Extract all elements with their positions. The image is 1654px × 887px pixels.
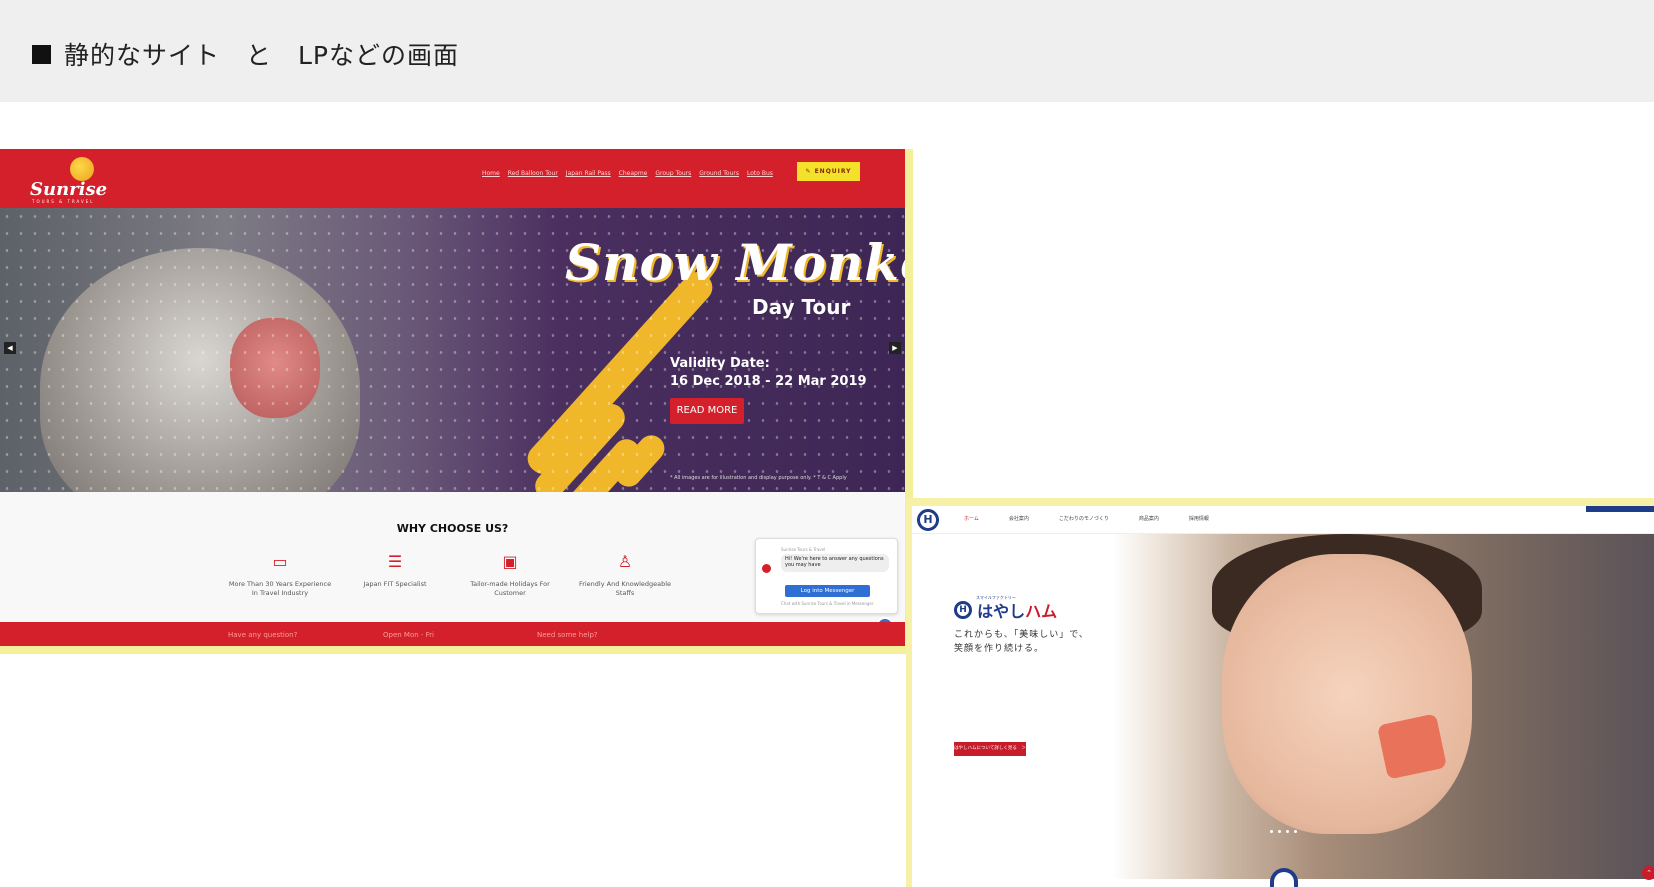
nav-item-company[interactable]: 会社案内 bbox=[1009, 515, 1029, 522]
menu-item-home[interactable]: Home bbox=[482, 170, 500, 177]
menu-item-cheapme[interactable]: Cheapme bbox=[619, 170, 648, 177]
hayashi-ham-screenshot: H ホーム 会社案内 こだわりのモノづくり 商品案内 採用情報 H スマイルファ… bbox=[906, 498, 1654, 887]
feature-label: Friendly And Knowledgeable Staffs bbox=[578, 580, 672, 597]
certificate-icon: ▭ bbox=[272, 552, 288, 571]
feature-item: ▭ More Than 30 Years Experience In Trave… bbox=[225, 552, 335, 598]
hayashi-menu: ホーム 会社案内 こだわりのモノづくり 商品案内 採用情報 bbox=[964, 515, 1209, 522]
sunrise-site: Sunrise TOURS & TRAVEL Home Red Balloon … bbox=[0, 149, 905, 646]
brand-name: はやしハム bbox=[977, 602, 1057, 621]
feature-item: ▣ Tailor-made Holidays For Customer bbox=[455, 552, 565, 598]
nav-item-recruit[interactable]: 採用情報 bbox=[1189, 515, 1209, 522]
slider-dots bbox=[1270, 830, 1297, 833]
slider-dot[interactable] bbox=[1294, 830, 1297, 833]
slider-dot[interactable] bbox=[1286, 830, 1289, 833]
copy-line: これからも、「美味しい」で、 bbox=[954, 630, 1089, 640]
page-title: 静的なサイト と LPなどの画面 bbox=[64, 41, 460, 70]
hayashi-site: H ホーム 会社案内 こだわりのモノづくり 商品案内 採用情報 H スマイルファ… bbox=[912, 506, 1654, 887]
enquiry-button[interactable]: ✎ ENQUIRY bbox=[797, 162, 860, 181]
menu-item-ground-tours[interactable]: Ground Tours bbox=[699, 170, 739, 177]
child-face bbox=[1222, 554, 1472, 834]
copy-line: 笑顔を作り続ける。 bbox=[954, 644, 1045, 654]
why-title: WHY CHOOSE US? bbox=[396, 522, 509, 535]
hayashi-navbar: H ホーム 会社案内 こだわりのモノづくり 商品案内 採用情報 bbox=[912, 506, 1654, 534]
hero-copy: これからも、「美味しい」で、 笑顔を作り続ける。 bbox=[954, 628, 1089, 656]
document-icon: ☰ bbox=[387, 552, 403, 571]
sunrise-menu: Home Red Balloon Tour Japan Rail Pass Ch… bbox=[482, 170, 773, 177]
hero-validity: Validity Date: 16 Dec 2018 - 22 Mar 2019 bbox=[670, 355, 867, 391]
feature-item: ☰ Japan FIT Specialist bbox=[340, 552, 450, 589]
contact-question[interactable]: Have any question? bbox=[228, 631, 297, 639]
feature-label: Japan FIT Specialist bbox=[363, 580, 427, 588]
feature-label: More Than 30 Years Experience In Travel … bbox=[228, 580, 332, 597]
hero-subtitle: Day Tour bbox=[752, 295, 851, 319]
menu-item-group-tours[interactable]: Group Tours bbox=[655, 170, 691, 177]
read-more-button[interactable]: READ MORE bbox=[670, 398, 744, 424]
messenger-chat-widget: Sunrise Tours & Travel Hi! We're here to… bbox=[755, 538, 898, 614]
page-header: 静的なサイト と LPなどの画面 bbox=[0, 0, 1654, 102]
validity-range: 16 Dec 2018 - 22 Mar 2019 bbox=[670, 374, 867, 389]
contact-hours: Open Mon - Fri bbox=[383, 631, 434, 639]
hero-photo bbox=[1112, 534, 1654, 879]
brand-name-accent: ハム bbox=[1025, 602, 1058, 621]
brand-mark-icon: H bbox=[954, 601, 972, 619]
person-icon: ♙ bbox=[617, 552, 633, 571]
contact-bar: Have any question? Open Mon - Fri Need s… bbox=[0, 622, 905, 646]
feature-item: ♙ Friendly And Knowledgeable Staffs bbox=[570, 552, 680, 598]
hayashi-brand: H スマイルファクトリー はやしハム bbox=[954, 595, 1057, 622]
chat-avatar-icon bbox=[762, 564, 771, 573]
menu-item-loto-bus[interactable]: Loto Bus bbox=[747, 170, 773, 177]
brand-tagline: スマイルファクトリー bbox=[976, 595, 1016, 600]
chat-footer: Chat with Sunrise Tours & Travel in Mess… bbox=[781, 601, 874, 606]
scroll-top-icon[interactable]: ⌃ bbox=[1642, 866, 1654, 880]
brand-name-main: はやし bbox=[977, 602, 1026, 621]
square-bullet-icon bbox=[32, 45, 51, 64]
chat-message: Hi! We're here to answer any questions y… bbox=[781, 554, 889, 572]
feature-label: Tailor-made Holidays For Customer bbox=[470, 580, 550, 597]
sunrise-logo[interactable]: Sunrise TOURS & TRAVEL bbox=[30, 157, 110, 204]
logo-wordmark: Sunrise bbox=[30, 179, 108, 200]
sunrise-screenshot: Sunrise TOURS & TRAVEL Home Red Balloon … bbox=[0, 149, 913, 654]
menu-item-rail-pass[interactable]: Japan Rail Pass bbox=[566, 170, 611, 177]
sunrise-navbar: Sunrise TOURS & TRAVEL Home Red Balloon … bbox=[0, 149, 905, 208]
slider-dot[interactable] bbox=[1278, 830, 1281, 833]
validity-label: Validity Date: bbox=[670, 356, 770, 371]
carousel-prev-icon[interactable]: ◀ bbox=[4, 342, 16, 354]
menu-item-red-balloon[interactable]: Red Balloon Tour bbox=[508, 170, 558, 177]
contact-help[interactable]: Need some help? bbox=[537, 631, 598, 639]
carousel-next-icon[interactable]: ▶ bbox=[889, 342, 901, 354]
hayashi-logo-icon[interactable]: H bbox=[917, 509, 939, 531]
briefcase-icon: ▣ bbox=[502, 552, 518, 571]
chat-header: Sunrise Tours & Travel bbox=[781, 547, 826, 552]
logo-subtitle: TOURS & TRAVEL bbox=[32, 199, 95, 204]
nav-item-craft[interactable]: こだわりのモノづくり bbox=[1059, 515, 1109, 522]
about-cta-button[interactable]: はやしハムについて詳しく見る ＞ bbox=[954, 742, 1026, 756]
nav-item-products[interactable]: 商品案内 bbox=[1139, 515, 1159, 522]
nav-item-home[interactable]: ホーム bbox=[964, 515, 979, 522]
hero-banner: Snow Monkey Day Tour Validity Date: 16 D… bbox=[0, 208, 905, 492]
hero-title: Snow Monkey bbox=[565, 233, 905, 292]
top-right-button[interactable] bbox=[1586, 506, 1654, 512]
hero-disclaimer: * All images are for illustration and di… bbox=[670, 475, 847, 481]
sun-ball-icon bbox=[70, 157, 94, 181]
messenger-login-button[interactable]: Log into Messenger bbox=[785, 585, 870, 597]
slider-dot[interactable] bbox=[1270, 830, 1273, 833]
